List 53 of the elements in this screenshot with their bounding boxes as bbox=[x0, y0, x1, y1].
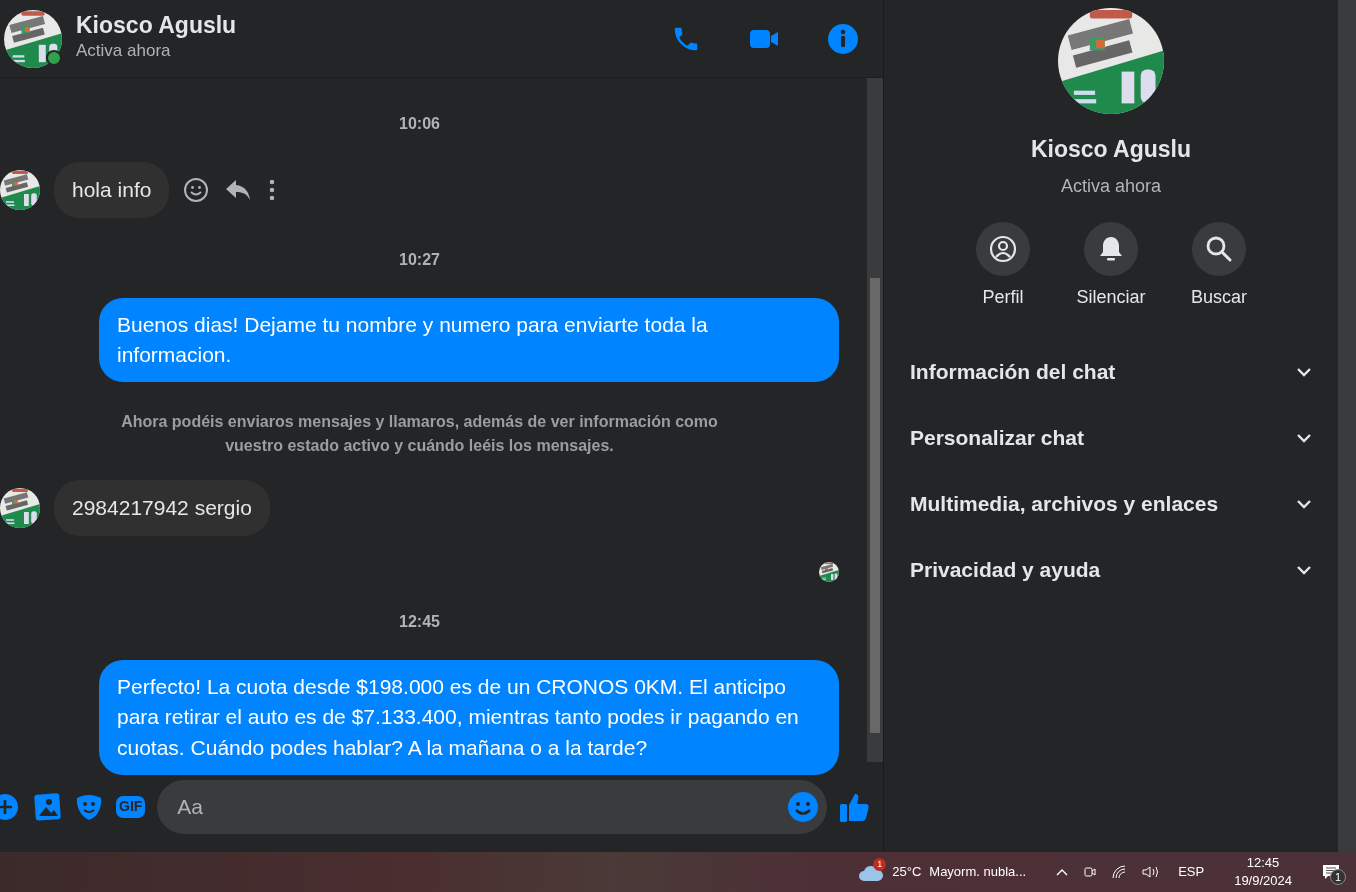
clock-time[interactable]: 12:45 bbox=[1246, 853, 1280, 872]
section-header[interactable]: Personalizar chat bbox=[910, 404, 1312, 471]
contact-status: Activa ahora bbox=[76, 40, 172, 63]
action-label: Perfil bbox=[982, 285, 1024, 309]
plus-icon[interactable] bbox=[0, 792, 20, 822]
volume-icon[interactable] bbox=[1142, 865, 1161, 879]
wifi-icon[interactable] bbox=[1112, 865, 1127, 879]
message-bubble: 2984217942 sergio bbox=[54, 480, 270, 536]
scrollbar[interactable] bbox=[1338, 0, 1356, 852]
section-header[interactable]: Multimedia, archivos y enlaces bbox=[910, 470, 1312, 537]
message-composer[interactable]: Aa bbox=[157, 780, 827, 834]
bell-icon bbox=[1098, 234, 1124, 263]
message-bubble: Buenos dias! Dejame tu nombre y numero para enviarte toda la informacion. bbox=[99, 297, 839, 383]
message-field[interactable]: Aa bbox=[175, 790, 787, 824]
profile-button[interactable]: Perfil bbox=[964, 221, 1042, 311]
profile-name: Kiosco Aguslu bbox=[1030, 135, 1192, 164]
action-label: Silenciar bbox=[1076, 285, 1146, 309]
timestamp: 10:27 bbox=[398, 249, 441, 270]
scrollbar[interactable] bbox=[867, 78, 883, 762]
message-bubble: Perfecto! La cuota desde $198.000 es de un CRONOS 0KM. El anticipo para retirar el auto es de $7.133.400, mientras tanto podes ir pagando en cuotas. Cuándo podes hablar? A la mañana o a la tarde? bbox=[99, 659, 839, 776]
emoji-icon[interactable] bbox=[787, 791, 819, 823]
chevron-icon bbox=[1296, 366, 1312, 377]
image-icon[interactable] bbox=[32, 792, 62, 822]
action-label: Buscar bbox=[1191, 285, 1247, 309]
mute-button[interactable]: Silenciar bbox=[1072, 221, 1150, 311]
language-indicator[interactable]: ESP bbox=[1178, 862, 1205, 882]
contact-name: Kiosco Aguslu bbox=[76, 13, 238, 39]
reply-icon[interactable] bbox=[225, 177, 252, 202]
timestamp: 12:45 bbox=[398, 611, 441, 632]
weather-text: Mayorm. nubla... bbox=[929, 863, 1027, 882]
system-notice: Ahora podéis enviaros mensajes y llamaros, además de ver información como vuestro estado activo y cuándo leéis los mensajes. bbox=[120, 412, 719, 457]
gif-button[interactable]: GIF bbox=[116, 796, 146, 818]
camera-icon[interactable] bbox=[1084, 865, 1097, 879]
clock-date[interactable]: 19/9/2024 bbox=[1234, 872, 1292, 891]
thumbs-up-icon[interactable] bbox=[839, 791, 871, 823]
search-button[interactable]: Buscar bbox=[1180, 221, 1258, 311]
chevron-icon bbox=[1296, 564, 1312, 575]
section-header[interactable]: Privacidad y ayuda bbox=[910, 536, 1312, 603]
temperature: 25°C bbox=[892, 863, 922, 882]
message-bubble: hola info bbox=[54, 162, 170, 218]
user-icon bbox=[989, 234, 1017, 263]
section-header[interactable]: Información del chat bbox=[910, 338, 1312, 405]
emoji-icon[interactable] bbox=[183, 176, 210, 203]
chevron-icon bbox=[1296, 432, 1312, 443]
profile-status: Activa ahora bbox=[1060, 174, 1162, 198]
chevron-icon bbox=[1296, 498, 1312, 509]
notification-badge: 1 bbox=[1330, 869, 1346, 885]
timestamp: 10:06 bbox=[398, 114, 441, 134]
sticker-icon[interactable] bbox=[74, 792, 104, 822]
search-icon bbox=[1205, 234, 1233, 263]
chevron-up-icon[interactable] bbox=[1056, 868, 1069, 876]
info-icon[interactable] bbox=[827, 22, 859, 55]
notification-badge: 1 bbox=[873, 858, 887, 871]
